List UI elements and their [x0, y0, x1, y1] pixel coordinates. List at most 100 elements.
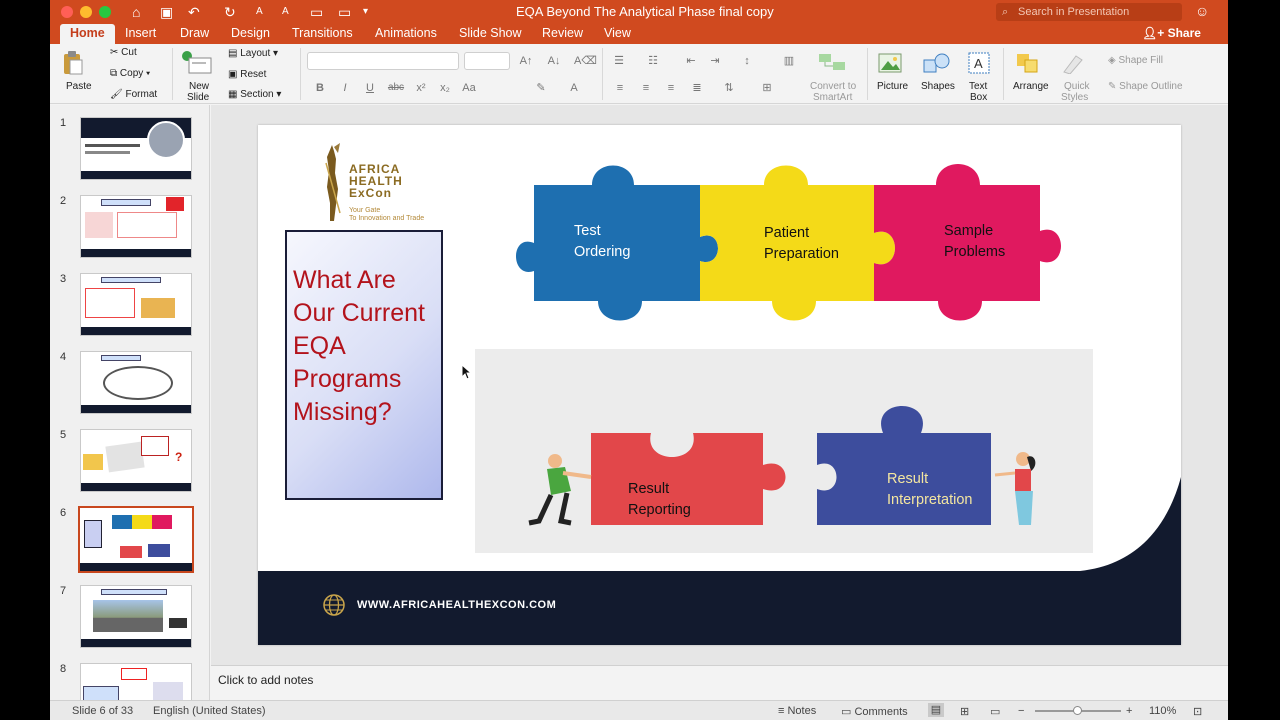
textbox-label-1[interactable]: Text [969, 81, 987, 92]
slideshow-view-icon[interactable]: ▭ [990, 705, 1000, 718]
numbering-icon[interactable]: ☷ [644, 53, 662, 69]
shrink-font-icon[interactable]: A↓ [545, 53, 563, 69]
slideshow-icon[interactable]: ▭ [310, 3, 323, 21]
underline-icon[interactable]: U [361, 80, 379, 96]
font-color-icon[interactable]: A [565, 80, 583, 96]
tab-design[interactable]: Design [231, 26, 270, 40]
normal-view-icon[interactable]: ▤ [928, 703, 944, 717]
tab-insert[interactable]: Insert [125, 26, 156, 40]
format-painter-button[interactable]: 🖌︎ Format [110, 89, 157, 100]
save-icon[interactable]: ▣ [160, 3, 173, 21]
tab-draw[interactable]: Draw [180, 26, 209, 40]
bullets-icon[interactable]: ☰ [610, 53, 628, 69]
slide-thumbnail-3[interactable] [80, 273, 192, 336]
superscript-icon[interactable]: x² [412, 80, 430, 96]
reset-button[interactable]: ▣ Reset [228, 69, 266, 80]
language-indicator[interactable]: English (United States) [153, 705, 266, 717]
shapes-label[interactable]: Shapes [921, 81, 955, 92]
slide-thumbnail-6[interactable] [78, 506, 194, 573]
slide-thumbnail-8[interactable] [80, 663, 192, 700]
close-window-button[interactable] [61, 6, 73, 18]
account-icon[interactable]: ☺ [1195, 2, 1209, 20]
shape-outline-button[interactable]: ✎ Shape Outline [1108, 81, 1183, 92]
share-button[interactable]: 👤︎+ Share [1142, 26, 1201, 40]
tab-review[interactable]: Review [542, 26, 583, 40]
layout-button[interactable]: ▤ Layout ▾ [228, 48, 278, 59]
shape-fill-button[interactable]: ◈ Shape Fill [1108, 55, 1163, 66]
font-name-select[interactable] [307, 52, 459, 70]
comments-toggle-button[interactable]: ▭ Comments [841, 705, 908, 718]
font-size-down-icon[interactable]: A [282, 3, 289, 21]
textbox-label-2[interactable]: Box [970, 92, 987, 103]
paste-label[interactable]: Paste [66, 81, 92, 92]
notes-pane[interactable]: Click to add notes [211, 665, 1228, 700]
search-input[interactable]: ⌕ Search in Presentation [996, 3, 1182, 21]
paste-icon[interactable] [62, 50, 84, 76]
copy-button[interactable]: ⧉ Copy ▾ [110, 68, 150, 79]
slide-sorter-view-icon[interactable]: ⊞ [960, 705, 969, 718]
tab-view[interactable]: View [604, 26, 631, 40]
justify-icon[interactable]: ≣ [688, 80, 706, 96]
current-slide[interactable]: WWW.AFRICAHEALTHEXCON.COM AFRICA HEALTH … [258, 125, 1181, 645]
tab-animations[interactable]: Animations [375, 26, 437, 40]
textbox-icon[interactable]: A [967, 51, 991, 75]
home-icon[interactable]: ⌂ [132, 3, 140, 21]
slide-thumbnail-1[interactable] [80, 117, 192, 180]
picture-label[interactable]: Picture [877, 81, 908, 92]
subscript-icon[interactable]: x₂ [436, 80, 454, 96]
text-direction-icon[interactable]: ⇅ [720, 80, 738, 96]
minimize-window-button[interactable] [80, 6, 92, 18]
shapes-icon[interactable] [922, 52, 952, 76]
picture-icon[interactable] [878, 52, 904, 74]
highlight-icon[interactable]: ✎ [532, 80, 550, 96]
font-size-up-icon[interactable]: A [256, 3, 263, 21]
grow-font-icon[interactable]: A↑ [517, 53, 535, 69]
zoom-out-icon[interactable]: − [1018, 705, 1024, 717]
strikethrough-icon[interactable]: abc [387, 80, 405, 96]
customize-toolbar-icon[interactable]: ▾ [363, 3, 368, 21]
smartart-icon[interactable] [817, 52, 847, 74]
zoom-window-button[interactable] [99, 6, 111, 18]
cut-button[interactable]: ✂ Cut [110, 47, 137, 58]
section-button[interactable]: ▦ Section ▾ [228, 89, 281, 100]
font-size-select[interactable] [464, 52, 510, 70]
fit-to-window-icon[interactable]: ⊡ [1193, 705, 1202, 718]
decrease-indent-icon[interactable]: ⇤ [682, 53, 700, 69]
increase-indent-icon[interactable]: ⇥ [706, 53, 724, 69]
convert-smartart-label-1[interactable]: Convert to [810, 81, 856, 92]
bold-icon[interactable]: B [311, 80, 329, 96]
tab-home[interactable]: Home [60, 24, 115, 44]
convert-smartart-label-2[interactable]: SmartArt [813, 92, 852, 103]
new-slide-label-2[interactable]: Slide [187, 92, 209, 103]
slide-thumbnail-5[interactable]: ? [80, 429, 192, 492]
zoom-slider-thumb[interactable] [1073, 706, 1082, 715]
align-left-icon[interactable]: ≡ [611, 80, 629, 96]
clear-formatting-icon[interactable]: A⌫ [574, 53, 597, 69]
zoom-level[interactable]: 110% [1149, 705, 1176, 717]
new-slide-label-1[interactable]: New [189, 81, 209, 92]
change-case-icon[interactable]: Aa [460, 80, 478, 96]
arrange-icon[interactable] [1015, 52, 1041, 74]
slide-thumbnail-4[interactable] [80, 351, 192, 414]
line-spacing-icon[interactable]: ↕ [738, 53, 756, 69]
zoom-in-icon[interactable]: + [1126, 705, 1132, 717]
align-text-icon[interactable]: ⊞ [758, 80, 776, 96]
quick-styles-label-1[interactable]: Quick [1064, 81, 1090, 92]
tab-transitions[interactable]: Transitions [292, 26, 353, 40]
tab-slide-show[interactable]: Slide Show [459, 26, 522, 40]
notes-toggle-button[interactable]: ≡ Notes [778, 705, 816, 717]
quick-styles-label-2[interactable]: Styles [1061, 92, 1088, 103]
quick-styles-icon[interactable] [1060, 52, 1086, 75]
quick-access-more-icon[interactable]: ▭ [338, 3, 351, 21]
align-center-icon[interactable]: ≡ [637, 80, 655, 96]
zoom-slider[interactable] [1035, 706, 1121, 715]
align-right-icon[interactable]: ≡ [662, 80, 680, 96]
italic-icon[interactable]: I [336, 80, 354, 96]
question-textbox[interactable]: What Are Our Current EQA Programs Missin… [285, 230, 443, 500]
slide-thumbnail-7[interactable] [80, 585, 192, 648]
redo-icon[interactable]: ↻ [224, 3, 236, 21]
arrange-label[interactable]: Arrange [1013, 81, 1049, 92]
columns-icon[interactable]: ▥ [780, 53, 798, 69]
new-slide-icon[interactable] [181, 50, 213, 76]
slide-thumbnail-2[interactable] [80, 195, 192, 258]
